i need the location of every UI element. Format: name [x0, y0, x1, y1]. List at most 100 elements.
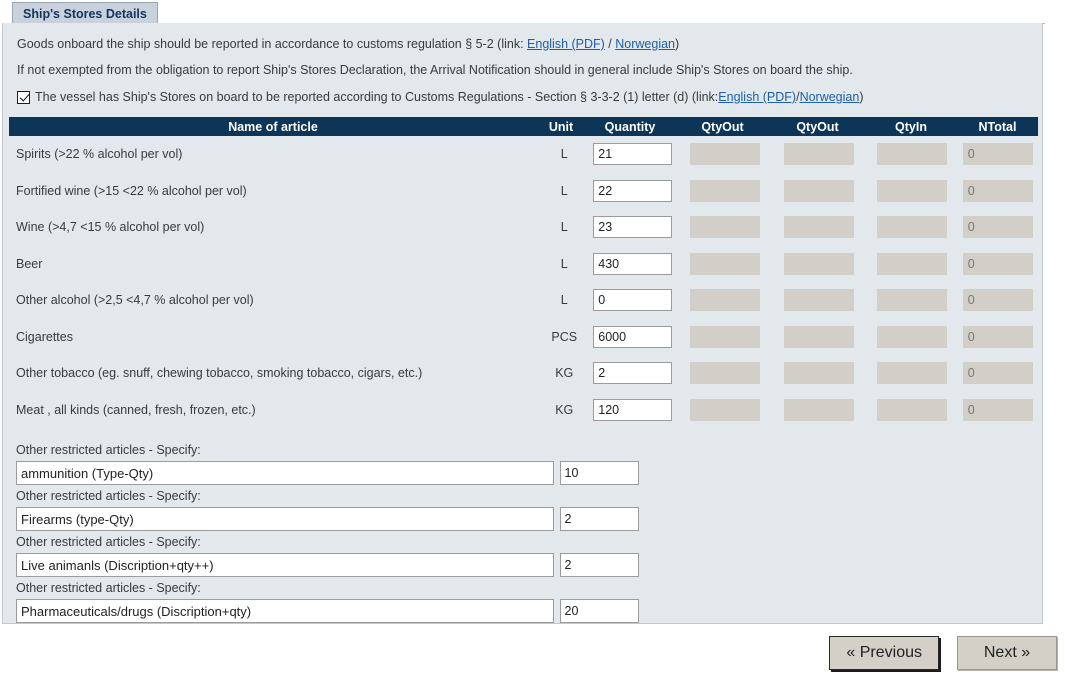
- other-restricted-label: Other restricted articles - Specify:: [16, 443, 201, 457]
- qtyout-2-field: [784, 398, 854, 421]
- previous-button[interactable]: « Previous: [829, 636, 939, 670]
- other-restricted-quantity-input[interactable]: [559, 461, 639, 485]
- ntotal-field: [962, 362, 1033, 385]
- other-restricted-description-input[interactable]: [16, 507, 554, 531]
- qtyout-2-field: [784, 179, 854, 202]
- qtyin-field: [876, 398, 947, 421]
- qtyout-2-field: [784, 289, 854, 312]
- other-restricted-quantity-input[interactable]: [559, 553, 639, 577]
- article-unit: KG: [555, 402, 574, 417]
- ntotal-field: [962, 325, 1033, 348]
- table-body: Spirits (>22 % alcohol per vol) L Fortifie…: [9, 136, 1038, 428]
- ntotal-field: [962, 289, 1033, 312]
- quantity-input[interactable]: [593, 216, 673, 239]
- ntotal-field: [962, 398, 1033, 421]
- regulation-norwegian-link[interactable]: Norwegian: [615, 37, 675, 51]
- regulation-english-pdf-link[interactable]: English (PDF): [527, 37, 605, 51]
- other-restricted-article-block: Other restricted articles - Specify:: [9, 533, 1038, 579]
- other-restricted-quantity-input[interactable]: [559, 599, 639, 623]
- tab-label: Ship's Stores Details: [23, 7, 147, 21]
- ntotal-field: [962, 216, 1033, 239]
- other-restricted-articles-section: Other restricted articles - Specify: Othe…: [9, 441, 1038, 625]
- quantity-input[interactable]: [593, 398, 673, 421]
- section-close-paren: ): [859, 90, 864, 104]
- checkbox-label-text: The vessel has Ship's Stores on board to…: [35, 90, 719, 104]
- quantity-input[interactable]: [593, 362, 673, 385]
- column-header-qtyin: QtyIn: [895, 119, 927, 134]
- tab-ships-stores-details[interactable]: Ship's Stores Details: [12, 2, 158, 25]
- ships-stores-checkbox-row: The vessel has Ship's Stores on board to…: [17, 78, 1028, 105]
- other-restricted-article-block: Other restricted articles - Specify:: [9, 487, 1038, 533]
- table-row: Wine (>4,7 <15 % alcohol per vol) L: [9, 209, 1038, 246]
- article-unit: KG: [555, 366, 574, 381]
- table-row: Fortified wine (>15 <22 % alcohol per vo…: [9, 173, 1038, 210]
- qtyout-1-field: [689, 216, 760, 239]
- article-unit: L: [560, 220, 568, 235]
- ntotal-field: [962, 143, 1033, 166]
- other-restricted-description-input[interactable]: [16, 461, 554, 485]
- qtyout-2-field: [784, 362, 854, 385]
- article-name: Meat , all kinds (canned, fresh, frozen,…: [16, 402, 256, 417]
- quantity-input[interactable]: [593, 289, 673, 312]
- other-restricted-article-block: Other restricted articles - Specify:: [9, 579, 1038, 625]
- other-restricted-description-input[interactable]: [16, 553, 554, 577]
- quantity-input[interactable]: [593, 179, 673, 202]
- regulation-note-line: Goods onboard the ship should be reporte…: [17, 23, 1028, 52]
- qtyout-2-field: [784, 143, 854, 166]
- ntotal-field: [962, 252, 1033, 275]
- article-name: Wine (>4,7 <15 % alcohol per vol): [16, 220, 205, 235]
- column-header-name-of-article: Name of article: [228, 119, 318, 134]
- article-name: Beer: [16, 256, 43, 271]
- table-row: Other alcohol (>2,5 <4,7 % alcohol per v…: [9, 282, 1038, 319]
- table-row: Other tobacco (eg. snuff, chewing tobacc…: [9, 355, 1038, 392]
- table-header-row: Name of article Unit Quantity QtyOut Qty…: [9, 117, 1038, 136]
- column-header-qtyout-1: QtyOut: [701, 119, 744, 134]
- quantity-input[interactable]: [593, 252, 673, 275]
- regulation-link-separator: /: [604, 37, 616, 51]
- article-name: Other tobacco (eg. snuff, chewing tobacc…: [16, 366, 423, 381]
- other-restricted-label: Other restricted articles - Specify:: [16, 535, 201, 549]
- article-unit: L: [560, 147, 568, 162]
- ships-stores-panel: Goods onboard the ship should be reporte…: [2, 23, 1043, 624]
- column-header-ntotal: NTotal: [978, 119, 1017, 134]
- column-header-qtyout-2: QtyOut: [796, 119, 839, 134]
- article-name: Fortified wine (>15 <22 % alcohol per vo…: [16, 183, 247, 198]
- other-restricted-quantity-input[interactable]: [559, 507, 639, 531]
- article-name: Other alcohol (>2,5 <4,7 % alcohol per v…: [16, 293, 254, 308]
- quantity-input[interactable]: [593, 143, 673, 166]
- section-norwegian-link[interactable]: Norwegian: [800, 89, 860, 105]
- intro-text-block: Goods onboard the ship should be reporte…: [3, 23, 1042, 105]
- article-unit: L: [560, 293, 568, 308]
- qtyout-1-field: [689, 398, 760, 421]
- next-button[interactable]: Next »: [957, 636, 1057, 670]
- qtyout-2-field: [784, 216, 854, 239]
- exemption-note-line: If not exempted from the obligation to r…: [17, 63, 853, 77]
- qtyin-field: [876, 289, 947, 312]
- table-row: Beer L: [9, 246, 1038, 283]
- article-name: Spirits (>22 % alcohol per vol): [16, 147, 183, 162]
- qtyout-1-field: [689, 143, 760, 166]
- qtyin-field: [876, 143, 947, 166]
- table-row: Spirits (>22 % alcohol per vol) L: [9, 136, 1038, 173]
- ships-stores-table: Name of article Unit Quantity QtyOut Qty…: [9, 117, 1038, 428]
- tab-strip: Ship's Stores Details: [2, 0, 1045, 25]
- other-restricted-article-block: Other restricted articles - Specify:: [9, 441, 1038, 487]
- regulation-note-close-paren: ): [675, 37, 680, 51]
- qtyout-2-field: [784, 325, 854, 348]
- article-name: Cigarettes: [16, 329, 73, 344]
- column-header-unit: Unit: [548, 119, 574, 134]
- qtyout-1-field: [689, 325, 760, 348]
- article-unit: L: [560, 256, 568, 271]
- qtyin-field: [876, 362, 947, 385]
- quantity-input[interactable]: [593, 325, 673, 348]
- table-row: Cigarettes PCS: [9, 319, 1038, 356]
- ships-stores-checkbox[interactable]: [17, 90, 30, 104]
- navigation-footer: « Previous Next »: [0, 636, 1065, 670]
- qtyin-field: [876, 216, 947, 239]
- section-english-pdf-link[interactable]: English (PDF): [718, 89, 796, 105]
- qtyout-1-field: [689, 289, 760, 312]
- regulation-note-text: Goods onboard the ship should be reporte…: [17, 37, 528, 51]
- other-restricted-label: Other restricted articles - Specify:: [16, 489, 201, 503]
- other-restricted-description-input[interactable]: [16, 599, 554, 623]
- qtyout-1-field: [689, 252, 760, 275]
